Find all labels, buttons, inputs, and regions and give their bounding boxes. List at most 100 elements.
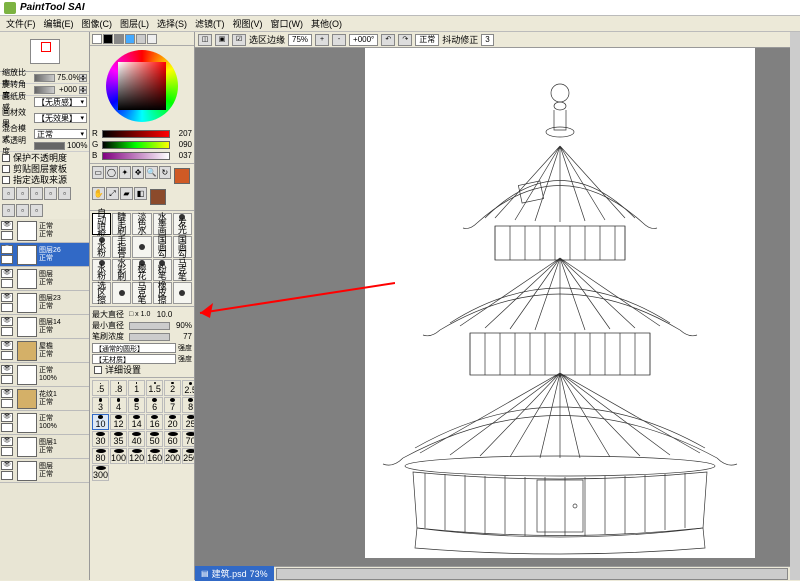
visibility-icon[interactable]: 👁 (1, 221, 13, 230)
hand-tool[interactable]: ✋ (92, 187, 105, 200)
bg-color[interactable] (150, 189, 166, 205)
rotate-tool[interactable]: ↻ (159, 166, 171, 179)
layer-item[interactable]: 👁图层14正常 (0, 315, 89, 339)
size-preset[interactable]: 70 (182, 431, 195, 447)
size-preset[interactable]: 160 (146, 448, 163, 464)
visibility-icon[interactable]: 👁 (1, 293, 13, 302)
v-scrollbar[interactable] (790, 32, 800, 580)
lock-icon[interactable] (1, 399, 13, 408)
menu-image[interactable]: 图像(C) (82, 17, 113, 30)
lock-icon[interactable] (1, 303, 13, 312)
lock-icon[interactable] (1, 279, 13, 288)
size-preset[interactable]: 4 (110, 397, 127, 413)
document-tab[interactable]: ▤ 建筑.psd 73% (195, 566, 274, 581)
size-preset[interactable]: 12 (110, 414, 127, 430)
size-preset[interactable]: 2.5 (182, 380, 195, 396)
brush-preset[interactable]: 水粉 (92, 236, 111, 258)
detail-settings-check[interactable]: 详细设置 (92, 364, 192, 375)
flip-h-button[interactable]: ◫ (198, 34, 212, 46)
new-linework-button[interactable]: ▫ (16, 187, 29, 200)
swatch-toggle[interactable] (147, 34, 157, 44)
size-preset[interactable]: 1.5 (146, 380, 163, 396)
size-preset[interactable]: 25 (182, 414, 195, 430)
lock-icon[interactable] (1, 471, 13, 480)
reset-button[interactable]: ▣ (215, 34, 229, 46)
lock-icon[interactable] (1, 351, 13, 360)
shape-combo[interactable]: 【通常的圆形】强度 (92, 342, 192, 353)
stab-value[interactable]: 3 (481, 34, 493, 46)
size-preset[interactable]: 120 (128, 448, 145, 464)
gradient-tool[interactable]: ◧ (134, 187, 147, 200)
lasso-tool[interactable]: ◯ (105, 166, 117, 179)
size-preset[interactable]: .8 (110, 380, 127, 396)
new-folder-button[interactable]: ▫ (30, 187, 43, 200)
visibility-icon[interactable]: 👁 (1, 317, 13, 326)
menu-edit[interactable]: 编辑(E) (44, 17, 74, 30)
wand-tool[interactable]: ✦ (119, 166, 131, 179)
fg-color[interactable] (174, 168, 190, 184)
h-scrollbar[interactable] (276, 568, 788, 580)
brush-preset[interactable]: 睫毛刷 (112, 213, 131, 235)
visibility-icon[interactable]: 👁 (1, 461, 13, 470)
brush-preset[interactable]: 选区擦 (92, 282, 111, 304)
menu-other[interactable]: 其他(O) (311, 17, 342, 30)
size-preset[interactable]: 40 (128, 431, 145, 447)
menu-filter[interactable]: 滤镜(T) (195, 17, 225, 30)
lock-icon[interactable] (1, 375, 13, 384)
lock-icon[interactable] (1, 447, 13, 456)
brush-preset[interactable]: 水墨画 (153, 213, 172, 235)
mask-button[interactable]: ▫ (44, 187, 57, 200)
brush-preset[interactable]: 国画勾 (173, 236, 192, 258)
size-preset[interactable]: 10 (92, 414, 109, 430)
mode-value[interactable]: 正常 (415, 34, 439, 46)
visibility-icon[interactable]: 👁 (1, 365, 13, 374)
zoom-tool[interactable]: 🔍 (145, 166, 157, 179)
brush-preset[interactable]: 粉笔 (153, 259, 172, 281)
menu-window[interactable]: 窗口(W) (271, 17, 304, 30)
move-tool[interactable]: ✥ (132, 166, 144, 179)
rot-r-button[interactable]: ↷ (398, 34, 412, 46)
brush-preset[interactable]: 手指骨 (112, 236, 131, 258)
lock-icon[interactable] (1, 423, 13, 432)
clear-button[interactable]: ▫ (30, 204, 43, 217)
swatch-toggle[interactable] (125, 34, 135, 44)
size-preset[interactable]: 30 (92, 431, 109, 447)
size-preset[interactable]: .5 (92, 380, 109, 396)
color-wheel[interactable] (90, 46, 194, 126)
brush-preset[interactable] (173, 282, 192, 304)
rot-l-button[interactable]: ↶ (381, 34, 395, 46)
layer-item[interactable]: 👁图层23正常 (0, 291, 89, 315)
swatch-toggle[interactable] (92, 34, 102, 44)
visibility-icon[interactable]: 👁 (1, 389, 13, 398)
layer-item[interactable]: 👁正常正常 (0, 219, 89, 243)
angle-value[interactable]: +000° (349, 34, 378, 46)
menu-file[interactable]: 文件(F) (6, 17, 36, 30)
size-preset[interactable]: 1 (128, 380, 145, 396)
merge-button[interactable]: ▫ (2, 204, 15, 217)
brush-preset[interactable] (112, 282, 131, 304)
swatch-toggle[interactable] (114, 34, 124, 44)
size-preset[interactable]: 60 (164, 431, 181, 447)
brush-preset[interactable]: 马克笔 (132, 282, 151, 304)
visibility-icon[interactable]: 👁 (1, 269, 13, 278)
bucket-tool[interactable]: ▰ (120, 187, 133, 200)
size-preset[interactable]: 3 (92, 397, 109, 413)
rgb-r-slider[interactable]: R207 (92, 128, 192, 139)
brush-preset[interactable]: 水彩刷 (112, 259, 131, 281)
menu-view[interactable]: 视图(V) (233, 17, 263, 30)
size-preset[interactable]: 100 (110, 448, 127, 464)
layer-item[interactable]: 👁图层1正常 (0, 435, 89, 459)
size-preset[interactable]: 20 (164, 414, 181, 430)
layer-item[interactable]: 👁花纹1正常 (0, 387, 89, 411)
brush-preset[interactable]: 橡皮擦 (153, 282, 172, 304)
size-preset[interactable]: 50 (146, 431, 163, 447)
layer-item[interactable]: 👁正常100% (0, 363, 89, 387)
layer-item[interactable]: 👁图层正常 (0, 459, 89, 483)
picker-tool[interactable]: ⤢ (106, 187, 119, 200)
lock-icon[interactable] (1, 255, 13, 264)
size-preset[interactable]: 14 (128, 414, 145, 430)
size-preset[interactable]: 8 (182, 397, 195, 413)
layer-item[interactable]: 👁图层26正常 (0, 243, 89, 267)
visibility-icon[interactable]: 👁 (1, 245, 13, 254)
size-preset[interactable]: 80 (92, 448, 109, 464)
